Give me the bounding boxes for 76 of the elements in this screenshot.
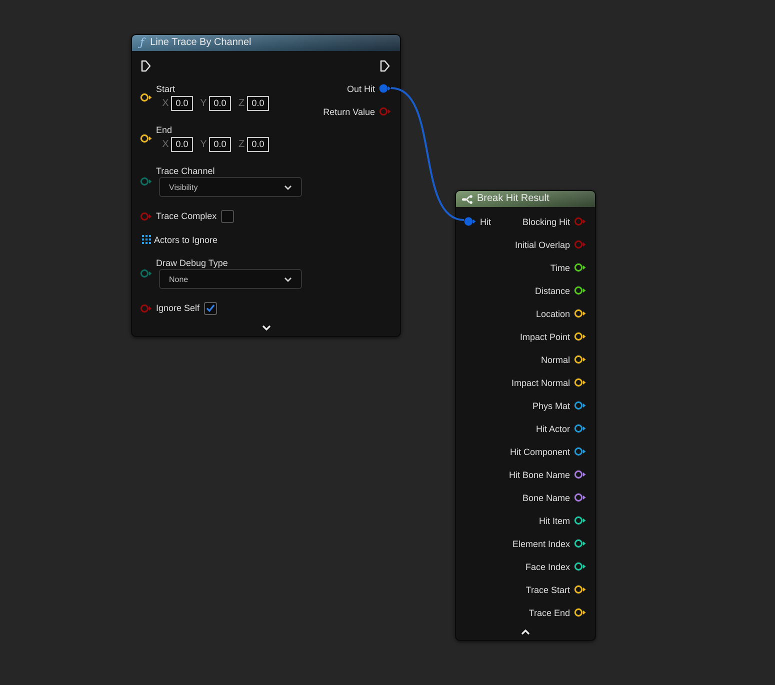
pin-label: Element Index — [512, 538, 570, 550]
chevron-down-icon — [284, 184, 292, 190]
pin-ring-icon[interactable] — [140, 92, 152, 102]
number-field[interactable]: 0.0 — [247, 136, 269, 152]
axis-label: Y — [200, 138, 207, 150]
pin-label: Initial Overlap — [514, 238, 570, 250]
pin-label: Hit Bone Name — [508, 468, 570, 480]
dropdown[interactable]: Visibility — [159, 177, 302, 197]
grid-icon[interactable] — [142, 235, 151, 244]
pin-label: Hit Item — [538, 514, 570, 526]
pin-label: Hit Component — [510, 446, 570, 458]
pin-label: Hit Actor — [536, 422, 570, 434]
exec-pin-icon[interactable] — [141, 60, 151, 72]
axis-label: Z — [238, 138, 245, 150]
pin-label: Bone Name — [522, 492, 570, 504]
pin-label: Ignore Self — [156, 302, 200, 314]
chevron-down-icon[interactable] — [262, 324, 270, 330]
number-field[interactable]: 0.0 — [171, 96, 193, 110]
number-field[interactable]: 0.0 — [247, 96, 269, 110]
function-icon: ƒ — [140, 36, 144, 50]
pin-label: Draw Debug Type — [156, 257, 229, 269]
pin-label: Actors to Ignore — [154, 234, 218, 246]
chevron-up-icon[interactable] — [521, 628, 530, 634]
pin-label: Blocking Hit — [522, 216, 570, 228]
pin-label: Trace Complex — [156, 210, 217, 222]
pin-label: Impact Normal — [511, 376, 570, 388]
axis-label: Z — [238, 98, 245, 108]
pin-label: Time — [550, 262, 570, 274]
pin-label: Trace Start — [526, 584, 570, 596]
pin-dot-icon[interactable] — [379, 84, 391, 93]
pin-label: Trace End — [528, 606, 570, 618]
axis-label: Y — [200, 98, 207, 108]
pin-label: Distance — [534, 284, 570, 296]
checkmark-icon — [206, 304, 215, 312]
number-field[interactable]: 0.0 — [171, 136, 193, 152]
pin-label: Face Index — [525, 560, 570, 572]
pin-ring-icon[interactable] — [574, 309, 586, 318]
pin-ring-icon[interactable] — [574, 286, 586, 295]
axis-label: X — [162, 138, 169, 150]
axis-label: X — [162, 98, 169, 108]
pin-label: Normal — [540, 354, 570, 366]
node-title: Break Hit Result — [477, 192, 550, 206]
pin-ring-icon[interactable] — [140, 134, 152, 142]
pin-ring-icon[interactable] — [574, 424, 586, 433]
pin-label: Hit — [480, 216, 491, 228]
pin-label: Out Hit — [346, 82, 375, 94]
pin-label: Trace Channel — [156, 165, 216, 177]
pin-ring-icon[interactable] — [574, 378, 586, 387]
chevron-down-icon — [284, 276, 292, 282]
number-field[interactable]: 0.0 — [209, 136, 231, 152]
pin-label: Phys Mat — [532, 400, 570, 412]
pin-ring-icon[interactable] — [574, 401, 586, 410]
split-icon — [462, 194, 473, 204]
pin-ring-icon[interactable] — [574, 516, 586, 525]
pin-label: Start — [156, 83, 176, 95]
pin-ring-icon[interactable] — [574, 263, 586, 272]
pin-ring-icon[interactable] — [574, 355, 586, 364]
pin-ring-icon[interactable] — [574, 585, 586, 594]
dropdown[interactable]: None — [159, 269, 302, 289]
pin-dot-icon[interactable] — [464, 217, 476, 226]
pin-ring-icon[interactable] — [574, 539, 586, 548]
pin-label: Impact Point — [520, 330, 570, 342]
exec-pin-icon[interactable] — [380, 60, 390, 72]
pin-ring-icon[interactable] — [574, 562, 586, 571]
pin-ring-icon[interactable] — [574, 608, 586, 617]
pin-label: End — [156, 124, 174, 136]
pin-ring-icon[interactable] — [574, 493, 586, 502]
pin-ring-icon[interactable] — [574, 470, 586, 479]
checkbox[interactable] — [220, 210, 234, 222]
checkbox[interactable] — [204, 302, 217, 314]
node-title: Line Trace By Channel — [150, 36, 252, 50]
pin-label: Return Value — [323, 106, 375, 118]
number-field[interactable]: 0.0 — [209, 96, 231, 110]
pin-ring-icon[interactable] — [574, 447, 586, 456]
pin-label: Location — [536, 308, 570, 320]
pin-ring-icon[interactable] — [574, 332, 586, 341]
